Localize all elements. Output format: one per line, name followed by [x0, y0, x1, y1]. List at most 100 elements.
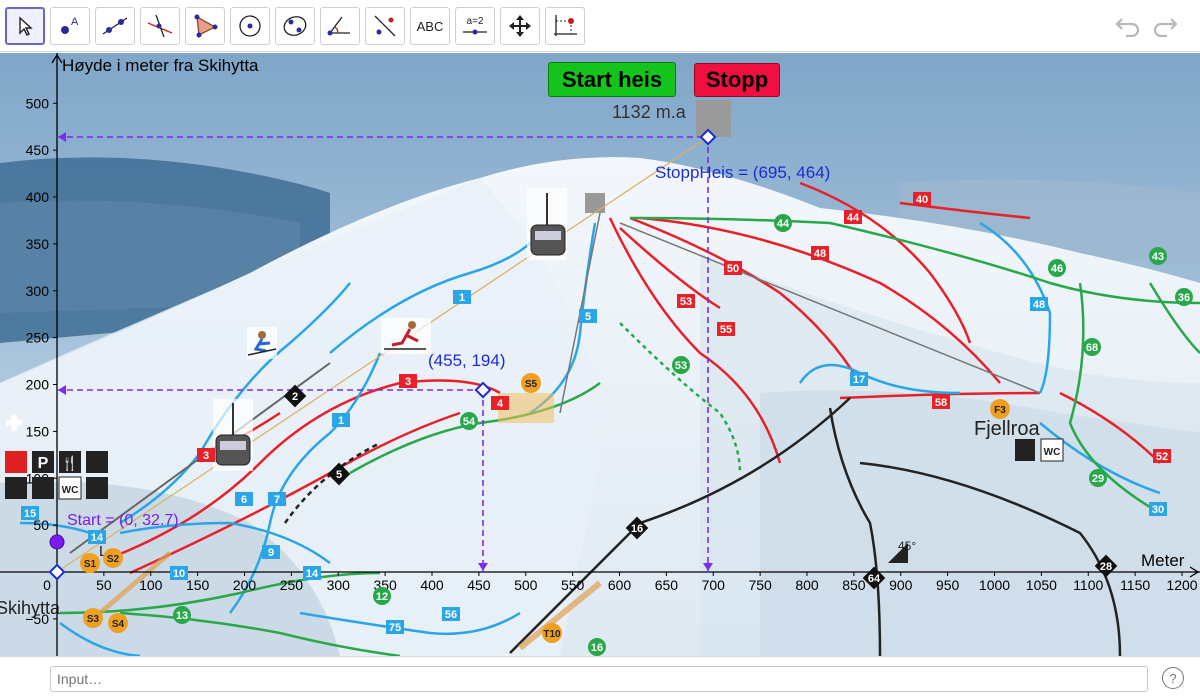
restaurant-icon-fjellroa: [1015, 439, 1035, 461]
y-tick-label: 200: [26, 377, 50, 393]
slider-tool-icon: a=2: [463, 16, 487, 35]
stopp-button[interactable]: Stopp: [694, 63, 780, 97]
slope-marker: 14: [303, 566, 321, 580]
graph-settings-tool-icon[interactable]: [545, 7, 585, 45]
slope-marker-label: 43: [1152, 251, 1164, 263]
ski-school-icon: [5, 477, 27, 499]
slope-marker-label: 75: [389, 622, 401, 634]
slope-marker: 10: [170, 566, 188, 580]
x-tick-label: 0: [43, 577, 51, 593]
slope-marker-label: 14: [91, 532, 104, 544]
text-tool[interactable]: ABC: [410, 7, 450, 45]
slope-marker-label: 48: [1033, 299, 1045, 311]
svg-text:WC: WC: [1044, 447, 1061, 458]
slope-marker: 15: [21, 506, 39, 520]
start-point-label: Start = (0, 32.7): [67, 512, 179, 529]
x-tick-label: 1200: [1166, 577, 1197, 593]
ski-map-canvas[interactable]: 1132 m.a Fjellroa Skihytta 0 50 100 150 200 2…: [0, 53, 1200, 656]
perpendicular-line-tool-icon[interactable]: [140, 7, 180, 45]
point-start[interactable]: [49, 534, 65, 550]
lift-marker: S4: [108, 613, 128, 633]
slope-marker: 1: [332, 413, 350, 427]
slope-marker-label: 1: [338, 415, 344, 427]
move-tool-icon[interactable]: [5, 7, 45, 45]
x-tick-label: 850: [842, 577, 866, 593]
reflect-tool-icon[interactable]: [365, 7, 405, 45]
slope-marker-label: 3: [405, 376, 411, 388]
gondola-stop-square[interactable]: [696, 100, 731, 137]
start-heis-button[interactable]: Start heis: [548, 62, 676, 97]
graphics-view[interactable]: 1132 m.a Fjellroa Skihytta 0 50 100 150 200 2…: [0, 53, 1200, 656]
slope-marker: 40: [913, 192, 931, 206]
ski-rental-icon: [32, 477, 54, 499]
y-tick-label: 500: [26, 95, 50, 111]
slope-marker: 52: [1153, 449, 1171, 463]
slope-marker-label: 16: [631, 523, 643, 535]
x-tick-label: 600: [608, 577, 632, 593]
slope-marker-label: 44: [777, 218, 790, 230]
svg-text:P: P: [38, 455, 49, 472]
x-tick-label: 300: [327, 577, 351, 593]
x-tick-label: 500: [514, 577, 538, 593]
lift-marker-label: S2: [107, 554, 120, 565]
lift-marker: S3: [83, 608, 103, 628]
gondola-icon-lower[interactable]: [213, 399, 253, 471]
y-tick-label: −50: [25, 611, 49, 627]
x-tick-label: 250: [280, 577, 304, 593]
skier-icon[interactable]: [247, 327, 277, 359]
slope-marker: 48: [811, 246, 829, 260]
slope-marker-label: 12: [376, 591, 388, 603]
move-graphics-view-tool-icon[interactable]: [500, 7, 540, 45]
slope-marker-label: 30: [1152, 504, 1164, 516]
x-tick-label: 700: [702, 577, 726, 593]
slope-marker-label: 2: [292, 391, 298, 403]
slope-marker-label: 1: [459, 292, 465, 304]
slope-marker-label: 48: [814, 248, 826, 260]
slope-marker: 7: [268, 492, 286, 506]
x-tick-label: 650: [655, 577, 679, 593]
slope-marker-label: 53: [680, 296, 692, 308]
slope-marker-label: 17: [853, 374, 865, 386]
x-tick-label: 200: [233, 577, 257, 593]
slope-marker: 30: [1149, 502, 1167, 516]
polygon-tool-icon[interactable]: [185, 7, 225, 45]
svg-text:WC: WC: [62, 485, 79, 496]
x-tick-label: 50: [96, 577, 112, 593]
middle-point-label: (455, 194): [428, 351, 506, 370]
slope-marker: 58: [932, 395, 950, 409]
steepness-label: 45°: [898, 539, 916, 553]
line-tool-icon[interactable]: [95, 7, 135, 45]
angle-tool-icon[interactable]: [320, 7, 360, 45]
slope-marker: 16: [588, 638, 606, 656]
point-tool-icon[interactable]: A: [50, 7, 90, 45]
skier-icon-2[interactable]: [381, 318, 431, 354]
slope-marker-label: 46: [1051, 263, 1063, 275]
slope-marker: 6: [235, 492, 253, 506]
slope-marker-label: 54: [463, 416, 476, 428]
circle-center-tool-icon[interactable]: [230, 7, 270, 45]
slope-marker: 53: [677, 294, 695, 308]
redo-icon[interactable]: [1151, 13, 1179, 39]
slope-marker: 4: [491, 396, 509, 410]
slope-marker: 46: [1048, 259, 1066, 277]
slope-marker-label: 6: [241, 494, 247, 506]
slope-marker-label: 16: [591, 642, 603, 654]
help-icon[interactable]: ?: [1162, 667, 1184, 689]
slope-marker: 14: [88, 530, 106, 544]
lift-marker-label: S4: [112, 619, 125, 630]
y-tick-label: 250: [26, 330, 50, 346]
x-tick-label: 900: [889, 577, 913, 593]
slider-tool[interactable]: a=2: [455, 7, 495, 45]
gondola-icon[interactable]: [527, 188, 567, 260]
undo-icon[interactable]: [1114, 13, 1142, 39]
gondola-mid-square[interactable]: [585, 193, 605, 213]
x-tick-label: 1050: [1026, 577, 1057, 593]
slope-marker: 53: [672, 356, 690, 374]
x-tick-label: 1000: [979, 577, 1010, 593]
lift-marker-label: S1: [84, 559, 97, 570]
slope-marker-label: 56: [445, 609, 457, 621]
algebra-input[interactable]: [50, 666, 1148, 692]
first-aid-icon: [5, 451, 27, 473]
ellipse-tool-icon[interactable]: [275, 7, 315, 45]
lift-marker: S5: [521, 373, 541, 393]
